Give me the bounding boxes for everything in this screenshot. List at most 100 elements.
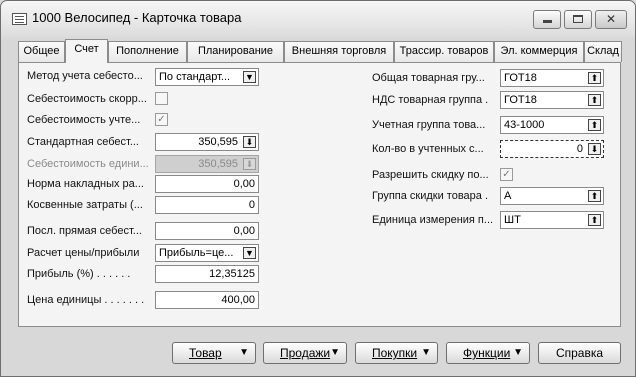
unit-price-label: Цена единицы . . . . . . .: [27, 294, 145, 306]
dropdown-arrow-icon: ▼: [239, 347, 249, 358]
overhead-rate-label: Норма накладных ра...: [27, 178, 144, 190]
check-icon: ✓: [502, 169, 511, 180]
standard-cost-value: 350,595: [198, 136, 238, 148]
maximize-button[interactable]: [564, 10, 592, 29]
tab-foreign-trade[interactable]: Внешняя торговля: [284, 41, 394, 62]
profit-pct-value: 12,35125: [209, 268, 255, 280]
last-direct-cost-value: 0,00: [233, 225, 255, 237]
unit-cost-label: Себестоимость едини...: [27, 158, 149, 170]
unit-cost-field: 350,595 ⬇: [155, 155, 259, 173]
unit-price-label-text: Цена единицы: [27, 294, 102, 306]
last-direct-cost-field[interactable]: 0,00: [155, 222, 259, 240]
cost-posted-checkbox[interactable]: ✓: [155, 113, 168, 126]
dropdown-icon[interactable]: ▼: [243, 247, 256, 259]
functions-menu-label: Функции: [463, 346, 511, 360]
item-menu-button[interactable]: Товар ▼: [172, 342, 256, 364]
discount-group-field[interactable]: А ⬆: [500, 187, 604, 205]
drilldown-icon: ⬇: [243, 158, 256, 170]
cost-posted-label: Себестоимость учте...: [27, 114, 141, 126]
form-icon: [12, 13, 27, 25]
price-profit-calc-label: Расчет цены/прибыли: [27, 247, 140, 259]
lookup-icon[interactable]: ⬆: [588, 190, 601, 202]
base-uom-value: ШТ: [504, 214, 521, 226]
tab-item-tracking[interactable]: Трассир. товаров: [394, 41, 494, 62]
purchases-menu-button[interactable]: Покупки ▼: [355, 342, 438, 364]
last-direct-cost-label: Посл. прямая себест...: [27, 225, 142, 237]
profit-pct-label-text: Прибыль (%): [27, 268, 94, 280]
close-button[interactable]: ✕: [595, 10, 627, 29]
allow-discount-label: Разрешить скидку по...: [372, 169, 489, 181]
indirect-cost-field[interactable]: 0: [155, 196, 259, 214]
lookup-icon[interactable]: ⬆: [588, 72, 601, 84]
item-menu-label: Товар: [189, 346, 222, 360]
help-label: Справка: [555, 346, 604, 360]
base-uom-label: Единица измерения п...: [372, 214, 494, 226]
standard-cost-field[interactable]: 350,595 ⬇: [155, 133, 259, 151]
vat-prod-group-label-text: НДС товарная группа: [372, 94, 483, 106]
invoicing-panel: Метод учета себесто... По стандарт... ▼ …: [18, 62, 621, 327]
drilldown-icon[interactable]: ⬇: [588, 143, 601, 155]
window-title: 1000 Велосипед - Карточка товара: [32, 10, 242, 25]
base-uom-field[interactable]: ШТ ⬆: [500, 211, 604, 229]
gen-prod-group-label: Общая товарная гру...: [372, 72, 485, 84]
overhead-rate-value: 0,00: [233, 178, 255, 190]
costing-method-label: Метод учета себесто...: [27, 70, 143, 82]
close-icon: ✕: [605, 12, 617, 26]
qty-on-hand-label: Кол-во в учтенных с...: [372, 143, 484, 155]
purchases-menu-label: Покупки: [372, 346, 418, 360]
price-profit-calc-select[interactable]: Прибыль=це... ▼: [155, 244, 259, 262]
indirect-cost-value: 0: [248, 199, 255, 211]
dropdown-arrow-icon: ▼: [330, 347, 340, 358]
unit-price-value: 400,00: [221, 294, 255, 306]
unit-cost-value: 350,595: [198, 158, 238, 170]
dropdown-icon[interactable]: ▼: [243, 71, 256, 83]
functions-menu-button[interactable]: Функции ▼: [446, 342, 530, 364]
qty-on-hand-field[interactable]: 0 ⬇: [500, 140, 604, 158]
qty-on-hand-value: 0: [576, 143, 583, 155]
lookup-icon[interactable]: ⬆: [588, 214, 601, 226]
gen-prod-group-field[interactable]: ГОТ18 ⬆: [500, 69, 604, 87]
price-profit-calc-value: Прибыль=це...: [159, 247, 234, 259]
tab-planning[interactable]: Планирование: [187, 41, 284, 62]
title-bar[interactable]: 1000 Велосипед - Карточка товара ✕: [1, 1, 635, 35]
check-icon: ✓: [157, 114, 166, 125]
cost-adjusted-checkbox[interactable]: [155, 92, 168, 105]
tab-warehouse[interactable]: Склад: [584, 41, 622, 62]
sales-menu-label: Продажи: [280, 346, 331, 360]
allow-discount-checkbox[interactable]: ✓: [500, 168, 513, 181]
inventory-group-value: 43-1000: [504, 119, 545, 131]
standard-cost-label: Стандартная себест...: [27, 136, 139, 148]
minimize-button[interactable]: [533, 10, 561, 29]
costing-method-value: По стандарт...: [159, 71, 231, 83]
indirect-cost-label: Косвенные затраты (...: [27, 199, 143, 211]
profit-pct-field[interactable]: 12,35125: [155, 265, 259, 283]
lookup-icon[interactable]: ⬆: [588, 119, 601, 131]
tab-e-commerce[interactable]: Эл. коммерция: [494, 41, 584, 62]
dropdown-arrow-icon: ▼: [513, 347, 523, 358]
tab-replenishment[interactable]: Пополнение: [108, 41, 187, 62]
inventory-group-field[interactable]: 43-1000 ⬆: [500, 116, 604, 134]
lookup-icon[interactable]: ⬆: [588, 94, 601, 106]
cost-adjusted-label: Себестоимость скорр...: [27, 93, 147, 105]
sales-menu-button[interactable]: Продажи ▼: [263, 342, 347, 364]
discount-group-label: Группа скидки товара .: [372, 190, 489, 202]
vat-prod-group-value: ГОТ18: [504, 94, 537, 106]
maximize-icon: [573, 15, 583, 23]
vat-prod-group-field[interactable]: ГОТ18 ⬆: [500, 91, 604, 109]
tab-general[interactable]: Общее: [18, 41, 65, 62]
inventory-group-label: Учетная группа това...: [372, 119, 486, 131]
vat-prod-group-label: НДС товарная группа .: [372, 94, 489, 106]
minimize-icon: [542, 20, 552, 23]
discount-group-label-text: Группа скидки товара: [372, 190, 482, 202]
overhead-rate-field[interactable]: 0,00: [155, 175, 259, 193]
profit-pct-label: Прибыль (%) . . . . . .: [27, 268, 131, 280]
costing-method-select[interactable]: По стандарт... ▼: [155, 68, 259, 86]
help-button[interactable]: Справка: [538, 342, 621, 364]
dropdown-arrow-icon: ▼: [421, 347, 431, 358]
discount-group-value: А: [504, 190, 512, 202]
item-card-window: 1000 Велосипед - Карточка товара ✕ Общее…: [0, 0, 636, 377]
tab-invoicing[interactable]: Счет: [65, 39, 108, 63]
drilldown-icon[interactable]: ⬇: [243, 136, 256, 148]
unit-price-field[interactable]: 400,00: [155, 291, 259, 309]
gen-prod-group-value: ГОТ18: [504, 72, 537, 84]
